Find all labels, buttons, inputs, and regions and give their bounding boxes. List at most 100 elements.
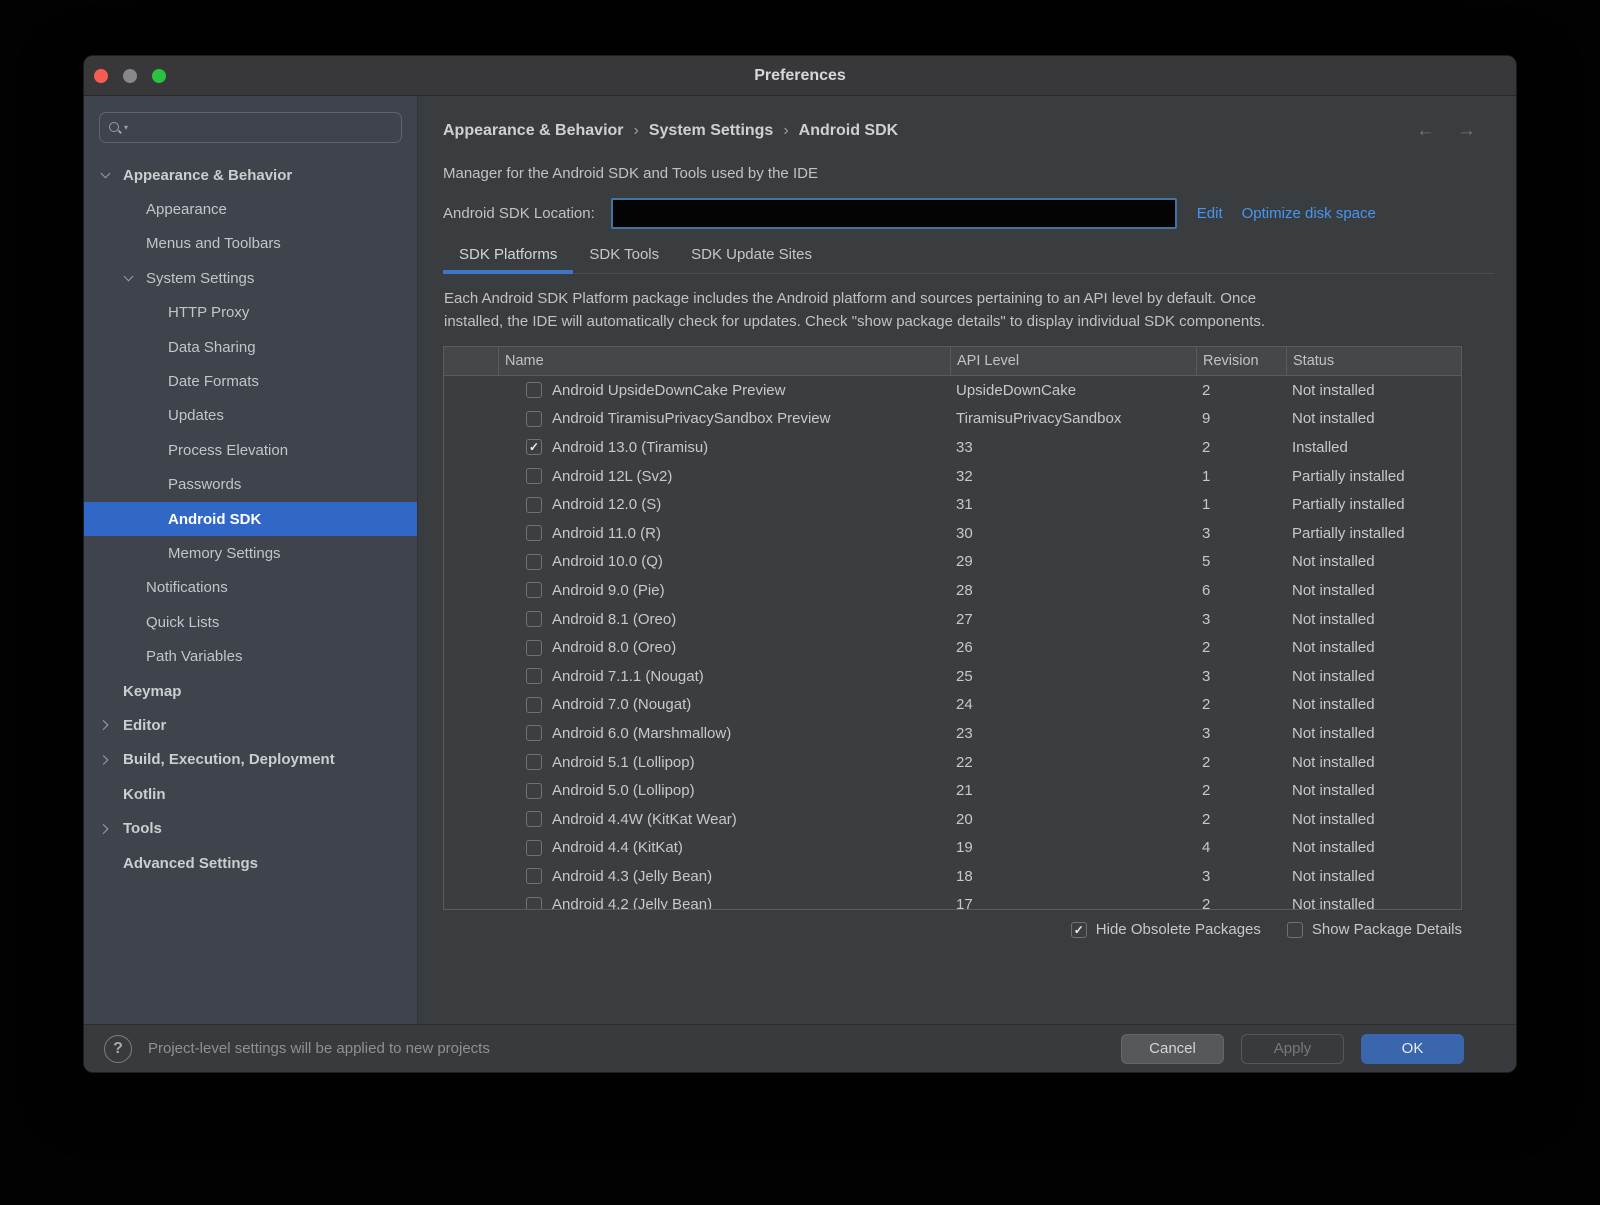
table-row[interactable]: Android 10.0 (Q)295Not installed	[444, 548, 1461, 577]
status: Partially installed	[1286, 468, 1461, 485]
chevron-down-icon[interactable]	[124, 272, 134, 282]
sidebar-item-path-variables[interactable]: Path Variables	[84, 639, 417, 673]
sidebar-item-tools[interactable]: Tools	[84, 811, 417, 845]
sidebar-item-data-sharing[interactable]: Data Sharing	[84, 330, 417, 364]
table-row[interactable]: Android 8.0 (Oreo)262Not installed	[444, 633, 1461, 662]
sidebar-item-memory-settings[interactable]: Memory Settings	[84, 536, 417, 570]
table-row[interactable]: Android 4.4W (KitKat Wear)202Not install…	[444, 805, 1461, 834]
column-header-name[interactable]: Name	[498, 347, 950, 375]
optimize-disk-space-link[interactable]: Optimize disk space	[1242, 205, 1376, 222]
sidebar-item-appearance-behavior[interactable]: Appearance & Behavior	[84, 158, 417, 192]
table-row[interactable]: Android 4.3 (Jelly Bean)183Not installed	[444, 862, 1461, 891]
minimize-window-icon[interactable]	[123, 69, 137, 83]
ok-button[interactable]: OK	[1361, 1034, 1464, 1064]
table-row[interactable]: Android UpsideDownCake PreviewUpsideDown…	[444, 376, 1461, 405]
package-name: Android UpsideDownCake Preview	[552, 382, 785, 399]
table-row[interactable]: Android 12.0 (S)311Partially installed	[444, 490, 1461, 519]
tab-sdk-update-sites[interactable]: SDK Update Sites	[675, 246, 828, 273]
table-row[interactable]: Android 8.1 (Oreo)273Not installed	[444, 605, 1461, 634]
column-header-revision[interactable]: Revision	[1196, 347, 1286, 375]
package-checkbox[interactable]	[526, 554, 542, 570]
table-row[interactable]: Android 13.0 (Tiramisu)332Installed	[444, 433, 1461, 462]
cancel-button[interactable]: Cancel	[1121, 1034, 1224, 1064]
sidebar-item-build-execution-deployment[interactable]: Build, Execution, Deployment	[84, 743, 417, 777]
package-checkbox[interactable]	[526, 725, 542, 741]
breadcrumb-item[interactable]: System Settings	[649, 122, 773, 140]
package-checkbox[interactable]	[526, 811, 542, 827]
package-checkbox[interactable]	[526, 611, 542, 627]
table-row[interactable]: Android 4.4 (KitKat)194Not installed	[444, 834, 1461, 863]
breadcrumb-item[interactable]: Appearance & Behavior	[443, 122, 624, 140]
tab-sdk-platforms[interactable]: SDK Platforms	[443, 246, 573, 273]
package-checkbox[interactable]	[526, 754, 542, 770]
package-checkbox[interactable]	[526, 497, 542, 513]
table-row[interactable]: Android 5.1 (Lollipop)222Not installed	[444, 748, 1461, 777]
column-header-status[interactable]: Status	[1286, 347, 1461, 375]
breadcrumb-row: Appearance & Behavior›System Settings›An…	[443, 120, 1494, 142]
sidebar-item-android-sdk[interactable]: Android SDK	[84, 502, 417, 536]
table-row[interactable]: Android TiramisuPrivacySandbox PreviewTi…	[444, 405, 1461, 434]
zoom-window-icon[interactable]	[152, 69, 166, 83]
dialog-footer: ? Project-level settings will be applied…	[84, 1024, 1516, 1072]
show-package-details-option[interactable]: Show Package Details	[1287, 921, 1462, 938]
apply-button[interactable]: Apply	[1241, 1034, 1344, 1064]
forward-arrow-icon[interactable]: →	[1457, 120, 1476, 142]
table-row[interactable]: Android 12L (Sv2)321Partially installed	[444, 462, 1461, 491]
package-checkbox[interactable]	[526, 897, 542, 909]
sidebar-item-advanced-settings[interactable]: Advanced Settings	[84, 846, 417, 880]
table-row[interactable]: Android 9.0 (Pie)286Not installed	[444, 576, 1461, 605]
table-row[interactable]: Android 11.0 (R)303Partially installed	[444, 519, 1461, 548]
table-row[interactable]: Android 6.0 (Marshmallow)233Not installe…	[444, 719, 1461, 748]
package-checkbox[interactable]	[526, 439, 542, 455]
sidebar-item-label: Appearance & Behavior	[123, 167, 292, 184]
package-checkbox[interactable]	[526, 840, 542, 856]
hide-obsolete-packages-option[interactable]: Hide Obsolete Packages	[1071, 921, 1261, 938]
help-icon[interactable]: ?	[104, 1035, 132, 1063]
package-checkbox[interactable]	[526, 783, 542, 799]
chevron-right-icon[interactable]	[99, 824, 109, 834]
sidebar-item-editor[interactable]: Editor	[84, 708, 417, 742]
package-checkbox[interactable]	[526, 411, 542, 427]
sidebar-item-kotlin[interactable]: Kotlin	[84, 777, 417, 811]
sidebar-item-appearance[interactable]: Appearance	[84, 192, 417, 226]
package-checkbox[interactable]	[526, 582, 542, 598]
sidebar-item-passwords[interactable]: Passwords	[84, 468, 417, 502]
sidebar-item-quick-lists[interactable]: Quick Lists	[84, 605, 417, 639]
back-arrow-icon[interactable]: ←	[1416, 120, 1435, 142]
sidebar-item-http-proxy[interactable]: HTTP Proxy	[84, 296, 417, 330]
package-checkbox[interactable]	[526, 640, 542, 656]
sidebar-item-menus-and-toolbars[interactable]: Menus and Toolbars	[84, 227, 417, 261]
package-checkbox[interactable]	[526, 668, 542, 684]
settings-search-input[interactable]: ▾	[99, 112, 402, 143]
table-row[interactable]: Android 7.0 (Nougat)242Not installed	[444, 691, 1461, 720]
chevron-down-icon[interactable]	[101, 169, 111, 179]
package-checkbox[interactable]	[526, 525, 542, 541]
package-checkbox[interactable]	[526, 382, 542, 398]
sidebar-item-date-formats[interactable]: Date Formats	[84, 364, 417, 398]
search-options-caret-icon[interactable]: ▾	[124, 123, 128, 132]
edit-location-link[interactable]: Edit	[1197, 205, 1223, 222]
package-checkbox[interactable]	[526, 868, 542, 884]
package-name: Android 4.4 (KitKat)	[552, 839, 683, 856]
sidebar-item-system-settings[interactable]: System Settings	[84, 261, 417, 295]
package-checkbox[interactable]	[526, 697, 542, 713]
chevron-right-icon[interactable]	[99, 720, 109, 730]
table-row[interactable]: Android 5.0 (Lollipop)212Not installed	[444, 776, 1461, 805]
chevron-right-icon[interactable]	[99, 755, 109, 765]
sdk-location-input[interactable]	[611, 198, 1177, 229]
sidebar-item-updates[interactable]: Updates	[84, 399, 417, 433]
table-row[interactable]: Android 4.2 (Jelly Bean)172Not installed	[444, 891, 1461, 909]
column-header-api[interactable]: API Level	[950, 347, 1196, 375]
close-window-icon[interactable]	[94, 69, 108, 83]
package-checkbox[interactable]	[526, 468, 542, 484]
show-package-details-checkbox[interactable]	[1287, 922, 1303, 938]
breadcrumb-item[interactable]: Android SDK	[799, 122, 899, 140]
table-row[interactable]: Android 7.1.1 (Nougat)253Not installed	[444, 662, 1461, 691]
sidebar-item-notifications[interactable]: Notifications	[84, 571, 417, 605]
revision: 2	[1196, 439, 1286, 456]
sidebar-item-process-elevation[interactable]: Process Elevation	[84, 433, 417, 467]
tab-sdk-tools[interactable]: SDK Tools	[573, 246, 675, 273]
sidebar-item-keymap[interactable]: Keymap	[84, 674, 417, 708]
status: Not installed	[1286, 868, 1461, 885]
hide-obsolete-checkbox[interactable]	[1071, 922, 1087, 938]
